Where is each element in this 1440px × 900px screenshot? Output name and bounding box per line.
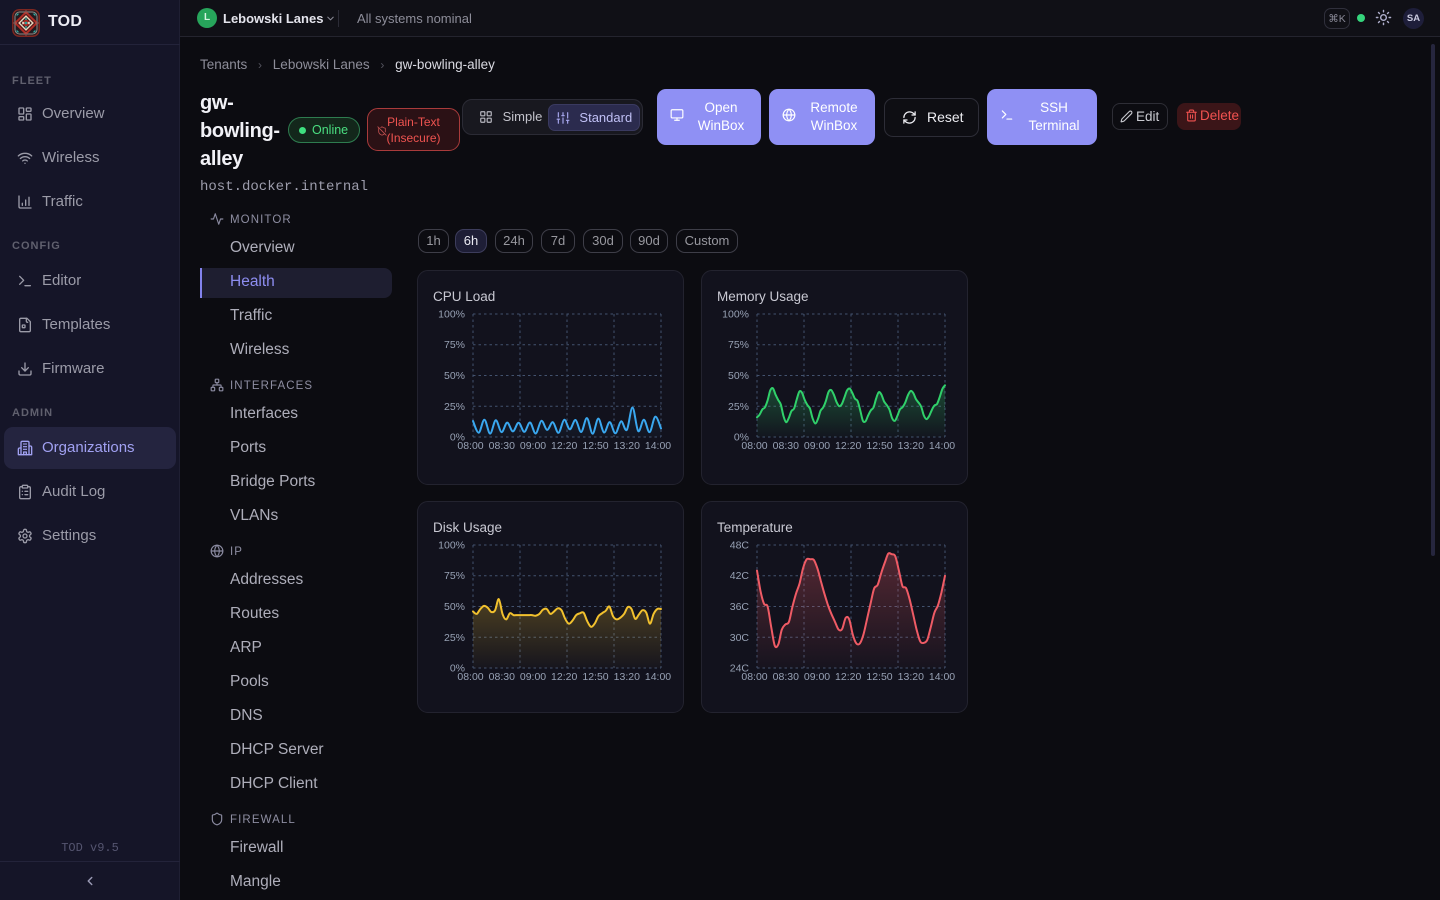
- svg-text:75%: 75%: [728, 339, 749, 351]
- svg-text:13:20: 13:20: [614, 440, 640, 452]
- svg-text:12:50: 12:50: [866, 671, 892, 683]
- svg-text:25%: 25%: [444, 401, 465, 413]
- svg-text:12:20: 12:20: [835, 671, 861, 683]
- svg-text:09:00: 09:00: [804, 671, 830, 683]
- svg-text:08:30: 08:30: [489, 440, 515, 452]
- svg-text:13:20: 13:20: [898, 440, 924, 452]
- svg-text:13:20: 13:20: [898, 671, 924, 683]
- svg-text:75%: 75%: [444, 339, 465, 351]
- svg-text:100%: 100%: [438, 540, 465, 552]
- svg-text:50%: 50%: [728, 370, 749, 382]
- svg-text:12:20: 12:20: [551, 671, 577, 683]
- svg-text:08:00: 08:00: [741, 671, 767, 683]
- svg-text:08:00: 08:00: [457, 671, 483, 683]
- svg-text:12:20: 12:20: [551, 440, 577, 452]
- svg-text:25%: 25%: [728, 401, 749, 413]
- svg-text:100%: 100%: [438, 309, 465, 321]
- svg-text:48C: 48C: [730, 540, 750, 552]
- svg-text:12:20: 12:20: [835, 440, 861, 452]
- svg-text:12:50: 12:50: [866, 440, 892, 452]
- svg-text:14:00: 14:00: [929, 671, 955, 683]
- svg-text:42C: 42C: [730, 570, 750, 582]
- svg-text:50%: 50%: [444, 370, 465, 382]
- svg-text:14:00: 14:00: [645, 671, 671, 683]
- svg-text:12:50: 12:50: [582, 440, 608, 452]
- svg-text:30C: 30C: [730, 632, 750, 644]
- svg-text:08:00: 08:00: [457, 440, 483, 452]
- svg-text:25%: 25%: [444, 632, 465, 644]
- svg-text:14:00: 14:00: [929, 440, 955, 452]
- svg-text:08:00: 08:00: [741, 440, 767, 452]
- svg-text:13:20: 13:20: [614, 671, 640, 683]
- svg-text:36C: 36C: [730, 601, 750, 613]
- svg-text:12:50: 12:50: [582, 671, 608, 683]
- svg-text:09:00: 09:00: [804, 440, 830, 452]
- svg-text:100%: 100%: [722, 309, 749, 321]
- svg-text:50%: 50%: [444, 601, 465, 613]
- svg-text:09:00: 09:00: [520, 671, 546, 683]
- svg-text:08:30: 08:30: [773, 671, 799, 683]
- svg-text:09:00: 09:00: [520, 440, 546, 452]
- svg-text:14:00: 14:00: [645, 440, 671, 452]
- svg-text:08:30: 08:30: [773, 440, 799, 452]
- svg-text:75%: 75%: [444, 570, 465, 582]
- svg-text:08:30: 08:30: [489, 671, 515, 683]
